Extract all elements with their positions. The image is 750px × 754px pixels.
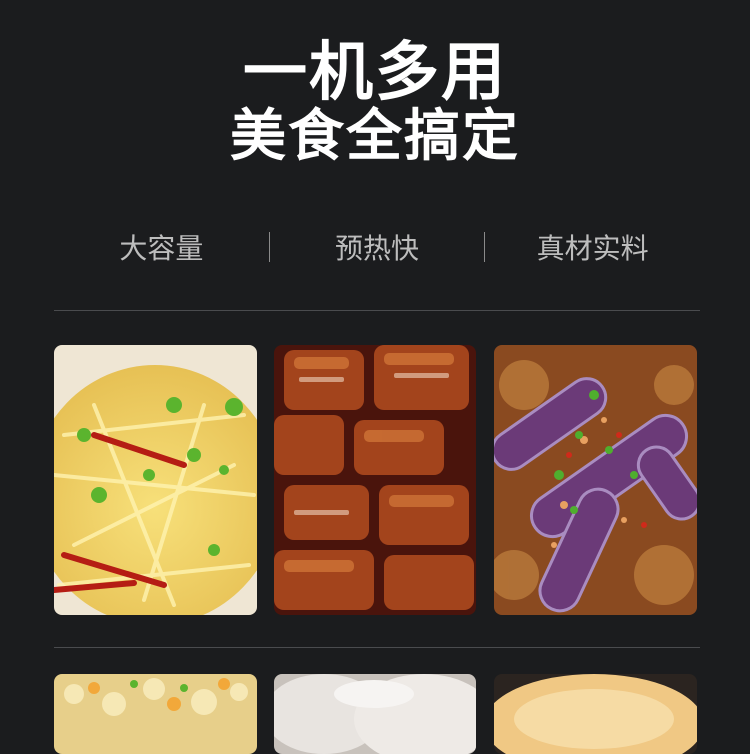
headline-line-2: 美食全搞定 [230,104,520,169]
steamed-buns-dish-photo [274,674,476,754]
headline: 一机多用 美食全搞定 [0,38,750,168]
egg-custard-dish-photo [494,674,697,754]
feature-preheat: 预热快 [335,232,420,265]
section-divider [54,310,700,311]
braised-eggplant-dish-photo [494,345,697,615]
shredded-potato-dish-photo [54,345,257,615]
feature-list: 大容量 预热快 真材实料 [54,222,700,272]
braised-pork-dish-photo [274,345,476,615]
feature-capacity: 大容量 [119,232,204,265]
headline-line-1: 一机多用 [243,36,507,110]
feature-ingredients: 真材实料 [536,232,649,265]
section-divider [54,647,700,648]
fried-rice-dish-photo [54,674,257,754]
